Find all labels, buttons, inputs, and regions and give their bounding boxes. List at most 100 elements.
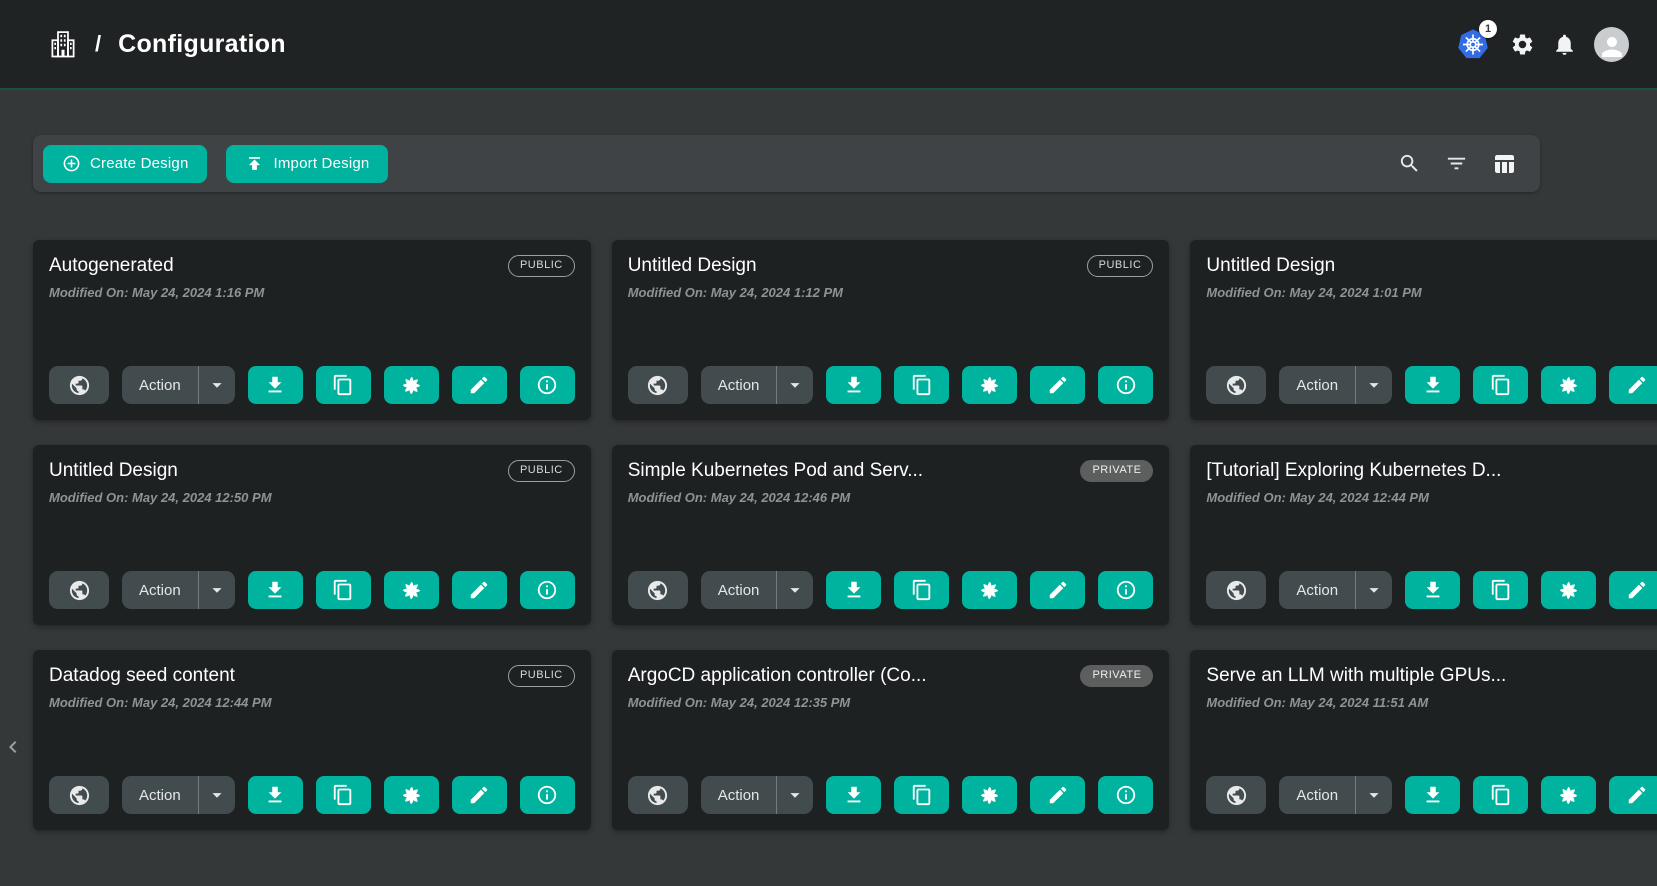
copy-design-button[interactable]: [894, 571, 949, 609]
modified-on-text: Modified On: May 24, 2024 11:51 AM: [1206, 695, 1657, 710]
copy-design-button[interactable]: [1473, 571, 1528, 609]
copy-icon: [1490, 784, 1512, 806]
pencil-icon: [1626, 784, 1648, 806]
design-info-button[interactable]: [1098, 776, 1153, 814]
action-button[interactable]: Action: [701, 571, 777, 609]
visibility-globe-button[interactable]: [628, 571, 688, 609]
import-design-button[interactable]: Import Design: [226, 145, 388, 183]
download-design-button[interactable]: [826, 571, 881, 609]
download-design-button[interactable]: [1405, 366, 1460, 404]
copy-icon: [1490, 374, 1512, 396]
design-card-header: ArgoCD application controller (Co... PRI…: [628, 665, 1154, 687]
pinwheel-design-button[interactable]: [384, 776, 439, 814]
pinwheel-icon: [400, 579, 423, 602]
copy-design-button[interactable]: [1473, 776, 1528, 814]
visibility-globe-button[interactable]: [1206, 366, 1266, 404]
pencil-icon: [468, 374, 490, 396]
download-design-button[interactable]: [248, 571, 303, 609]
collapse-drawer-button[interactable]: [1, 735, 25, 759]
visibility-globe-button[interactable]: [1206, 571, 1266, 609]
action-dropdown-button[interactable]: [198, 776, 235, 814]
action-button[interactable]: Action: [122, 571, 198, 609]
edit-design-button[interactable]: [1030, 366, 1085, 404]
info-icon: [1115, 784, 1137, 806]
copy-design-button[interactable]: [316, 571, 371, 609]
visibility-globe-button[interactable]: [628, 366, 688, 404]
pinwheel-icon: [400, 784, 423, 807]
action-button[interactable]: Action: [1279, 776, 1355, 814]
copy-design-button[interactable]: [316, 366, 371, 404]
action-dropdown-button[interactable]: [1355, 776, 1392, 814]
pinwheel-design-button[interactable]: [962, 366, 1017, 404]
action-dropdown-button[interactable]: [198, 571, 235, 609]
action-dropdown-button[interactable]: [1355, 571, 1392, 609]
action-button[interactable]: Action: [1279, 571, 1355, 609]
pencil-icon: [1047, 374, 1069, 396]
pinwheel-icon: [978, 374, 1001, 397]
pinwheel-icon: [1557, 579, 1580, 602]
action-dropdown-button[interactable]: [1355, 366, 1392, 404]
download-design-button[interactable]: [1405, 776, 1460, 814]
visibility-globe-button[interactable]: [49, 571, 109, 609]
design-card: ArgoCD application controller (Co... PRI…: [612, 650, 1170, 830]
edit-design-button[interactable]: [452, 366, 507, 404]
design-info-button[interactable]: [1098, 366, 1153, 404]
edit-design-button[interactable]: [452, 776, 507, 814]
design-title: [Tutorial] Exploring Kubernetes D...: [1206, 460, 1501, 482]
design-info-button[interactable]: [520, 366, 575, 404]
breadcrumb: / Configuration: [48, 29, 286, 59]
copy-design-button[interactable]: [894, 366, 949, 404]
modified-on-text: Modified On: May 24, 2024 12:46 PM: [628, 490, 1154, 505]
action-button[interactable]: Action: [1279, 366, 1355, 404]
user-avatar[interactable]: [1594, 27, 1629, 62]
download-design-button[interactable]: [248, 366, 303, 404]
design-info-button[interactable]: [520, 776, 575, 814]
create-design-button[interactable]: Create Design: [43, 145, 207, 183]
organization-button[interactable]: [48, 29, 78, 59]
person-icon: [1597, 32, 1627, 62]
pinwheel-design-button[interactable]: [1541, 571, 1596, 609]
edit-design-button[interactable]: [1609, 776, 1657, 814]
filter-button[interactable]: [1445, 152, 1468, 175]
action-button[interactable]: Action: [701, 776, 777, 814]
visibility-globe-button[interactable]: [628, 776, 688, 814]
table-view-button[interactable]: [1492, 152, 1516, 176]
copy-design-button[interactable]: [894, 776, 949, 814]
design-info-button[interactable]: [1098, 571, 1153, 609]
pinwheel-design-button[interactable]: [1541, 776, 1596, 814]
search-button[interactable]: [1398, 152, 1421, 175]
notifications-button[interactable]: [1552, 32, 1577, 57]
download-design-button[interactable]: [826, 776, 881, 814]
edit-design-button[interactable]: [1030, 776, 1085, 814]
pinwheel-icon: [1557, 784, 1580, 807]
pinwheel-design-button[interactable]: [962, 571, 1017, 609]
edit-design-button[interactable]: [1609, 366, 1657, 404]
action-dropdown-button[interactable]: [198, 366, 235, 404]
copy-design-button[interactable]: [1473, 366, 1528, 404]
download-design-button[interactable]: [826, 366, 881, 404]
visibility-globe-button[interactable]: [49, 776, 109, 814]
action-button[interactable]: Action: [122, 366, 198, 404]
modified-on-text: Modified On: May 24, 2024 12:50 PM: [49, 490, 575, 505]
visibility-globe-button[interactable]: [49, 366, 109, 404]
edit-design-button[interactable]: [1030, 571, 1085, 609]
visibility-globe-button[interactable]: [1206, 776, 1266, 814]
action-dropdown-button[interactable]: [776, 571, 813, 609]
action-button[interactable]: Action: [701, 366, 777, 404]
pinwheel-design-button[interactable]: [1541, 366, 1596, 404]
edit-design-button[interactable]: [452, 571, 507, 609]
action-button[interactable]: Action: [122, 776, 198, 814]
action-dropdown-button[interactable]: [776, 776, 813, 814]
pinwheel-design-button[interactable]: [384, 571, 439, 609]
kubernetes-context-button[interactable]: 1: [1455, 27, 1493, 61]
settings-button[interactable]: [1510, 32, 1535, 57]
copy-design-button[interactable]: [316, 776, 371, 814]
design-card-header: Untitled Design PUBLIC: [49, 460, 575, 482]
download-design-button[interactable]: [1405, 571, 1460, 609]
pinwheel-design-button[interactable]: [962, 776, 1017, 814]
action-dropdown-button[interactable]: [776, 366, 813, 404]
download-design-button[interactable]: [248, 776, 303, 814]
edit-design-button[interactable]: [1609, 571, 1657, 609]
design-info-button[interactable]: [520, 571, 575, 609]
pinwheel-design-button[interactable]: [384, 366, 439, 404]
